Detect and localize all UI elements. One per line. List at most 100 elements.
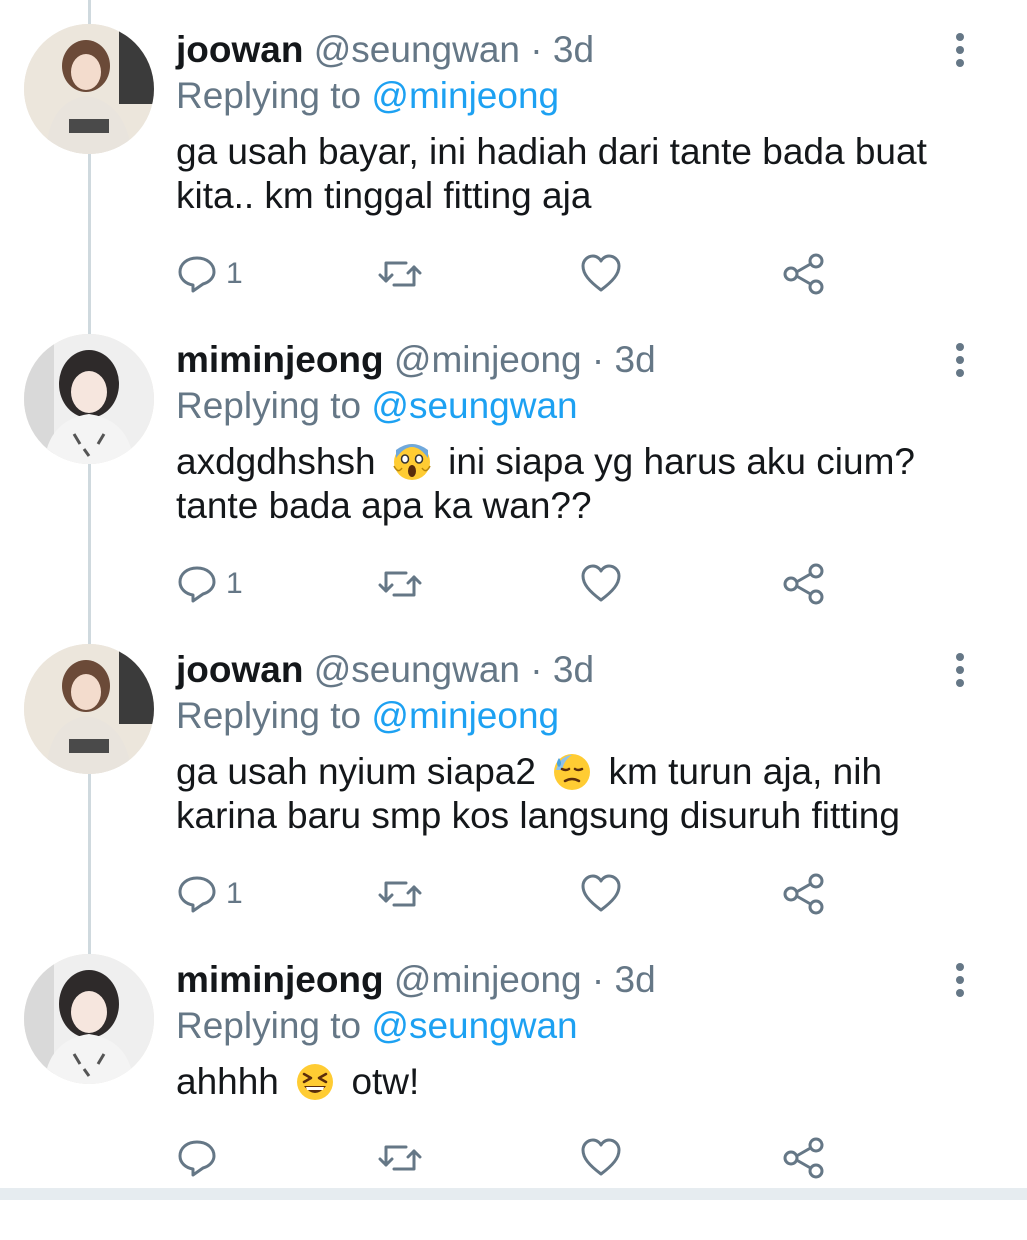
avatar[interactable] [24,954,154,1084]
mention-link[interactable]: @seungwan [371,385,577,426]
replying-to: Replying to @seungwan [176,384,578,428]
timestamp[interactable]: 3d [553,29,594,70]
reply-button[interactable]: 1 [176,562,243,606]
more-options-icon[interactable] [940,650,980,690]
reply-icon [178,1140,216,1177]
tweet-text-line: kita.. km tinggal fitting aja [176,175,592,216]
tweet-text: ga usah bayar, ini hadiah dari tante bad… [176,130,976,218]
replying-prefix: Replying to [176,385,362,426]
tweet[interactable]: joowan @seungwan · 3d Replying to @minje… [0,620,1027,930]
user-handle[interactable]: @seungwan [314,649,520,690]
tweet-text: ga usah nyium siapa2 km turun aja, nih k… [176,750,976,838]
replying-prefix: Replying to [176,1005,362,1046]
share-button[interactable] [782,562,826,606]
tweet-header: miminjeong @minjeong · 3d [176,338,656,382]
tweet[interactable]: joowan @seungwan · 3d Replying to @minje… [0,0,1027,310]
retweet-icon [378,261,422,287]
tweet-text-line: karina baru smp kos langsung disuruh fit… [176,795,900,836]
tweet-text-segment: km turun aja, nih [608,751,883,792]
retweet-icon [378,1145,422,1171]
reply-icon [178,566,216,603]
timeline-divider [0,1188,1027,1200]
share-icon [783,1137,824,1179]
user-handle[interactable]: @minjeong [394,339,582,380]
display-name[interactable]: joowan [176,649,303,690]
reply-button[interactable]: 1 [176,252,243,296]
separator-dot: · [530,649,543,690]
avatar[interactable] [24,644,154,774]
reply-icon [178,256,216,293]
reply-button[interactable] [176,1136,226,1180]
share-button[interactable] [782,1136,826,1180]
avatar-miminjeong-icon [24,954,154,1084]
tweet-text: axdgdhshsh ini siapa yg harus aku cium? … [176,440,976,528]
user-handle[interactable]: @minjeong [394,959,582,1000]
avatar[interactable] [24,24,154,154]
separator-dot: · [530,29,543,70]
heart-icon [581,1138,621,1176]
replying-to: Replying to @seungwan [176,1004,578,1048]
reply-button[interactable]: 1 [176,872,243,916]
timestamp[interactable]: 3d [553,649,594,690]
reply-count: 1 [226,257,243,290]
more-options-icon[interactable] [940,340,980,380]
more-options-icon[interactable] [940,30,980,70]
avatar-joowan-icon [24,644,154,774]
heart-icon [581,874,621,912]
action-bar: 1 [0,562,1027,606]
display-name[interactable]: miminjeong [176,339,384,380]
tweet-text-line: ga usah nyium siapa2 km turun aja, nih [176,750,976,794]
share-button[interactable] [782,872,826,916]
tweet[interactable]: miminjeong @minjeong · 3d Replying to @s… [0,310,1027,620]
tweet-text-segment: ahhhh [176,1061,279,1102]
like-button[interactable] [580,1136,622,1180]
replying-to: Replying to @minjeong [176,74,559,118]
tweet-header: miminjeong @minjeong · 3d [176,958,656,1002]
like-button[interactable] [580,252,622,296]
heart-icon [581,564,621,602]
user-handle[interactable]: @seungwan [314,29,520,70]
replying-prefix: Replying to [176,695,362,736]
tweet-text-line: tante bada apa ka wan?? [176,485,592,526]
separator-dot: · [591,339,605,380]
laughing-emoji-icon [297,1064,334,1100]
avatar-miminjeong-icon [24,334,154,464]
tweet-text-line: ahhhh otw! [176,1060,976,1104]
share-button[interactable] [782,252,826,296]
replying-prefix: Replying to [176,75,362,116]
retweet-icon [378,571,422,597]
display-name[interactable]: joowan [176,29,303,70]
tweet-text-segment: ga usah nyium siapa2 [176,751,536,792]
avatar[interactable] [24,334,154,464]
retweet-button[interactable] [378,872,422,916]
sweat-emoji-icon [554,754,591,790]
mention-link[interactable]: @seungwan [371,1005,577,1046]
retweet-button[interactable] [378,1136,422,1180]
retweet-button[interactable] [378,562,422,606]
tweet-text-line: axdgdhshsh ini siapa yg harus aku cium? [176,440,976,484]
reply-count: 1 [226,877,243,910]
avatar-joowan-icon [24,24,154,154]
mention-link[interactable]: @minjeong [371,695,559,736]
reply-count: 1 [226,567,243,600]
like-button[interactable] [580,562,622,606]
timestamp[interactable]: 3d [615,959,656,1000]
timestamp[interactable]: 3d [615,339,656,380]
heart-icon [581,254,621,292]
tweet-header: joowan @seungwan · 3d [176,28,594,72]
action-bar: 1 [0,872,1027,916]
tweet-text-segment: axdgdhshsh [176,441,376,482]
retweet-button[interactable] [378,252,422,296]
retweet-icon [378,881,422,907]
like-button[interactable] [580,872,622,916]
display-name[interactable]: miminjeong [176,959,384,1000]
separator-dot: · [591,959,605,1000]
tweet-text-line: ga usah bayar, ini hadiah dari tante bad… [176,131,927,172]
mention-link[interactable]: @minjeong [371,75,559,116]
share-icon [783,563,824,605]
action-bar: 1 [0,252,1027,296]
tweet-text: ahhhh otw! [176,1060,976,1104]
share-icon [783,253,824,295]
more-options-icon[interactable] [940,960,980,1000]
tweet-header: joowan @seungwan · 3d [176,648,594,692]
